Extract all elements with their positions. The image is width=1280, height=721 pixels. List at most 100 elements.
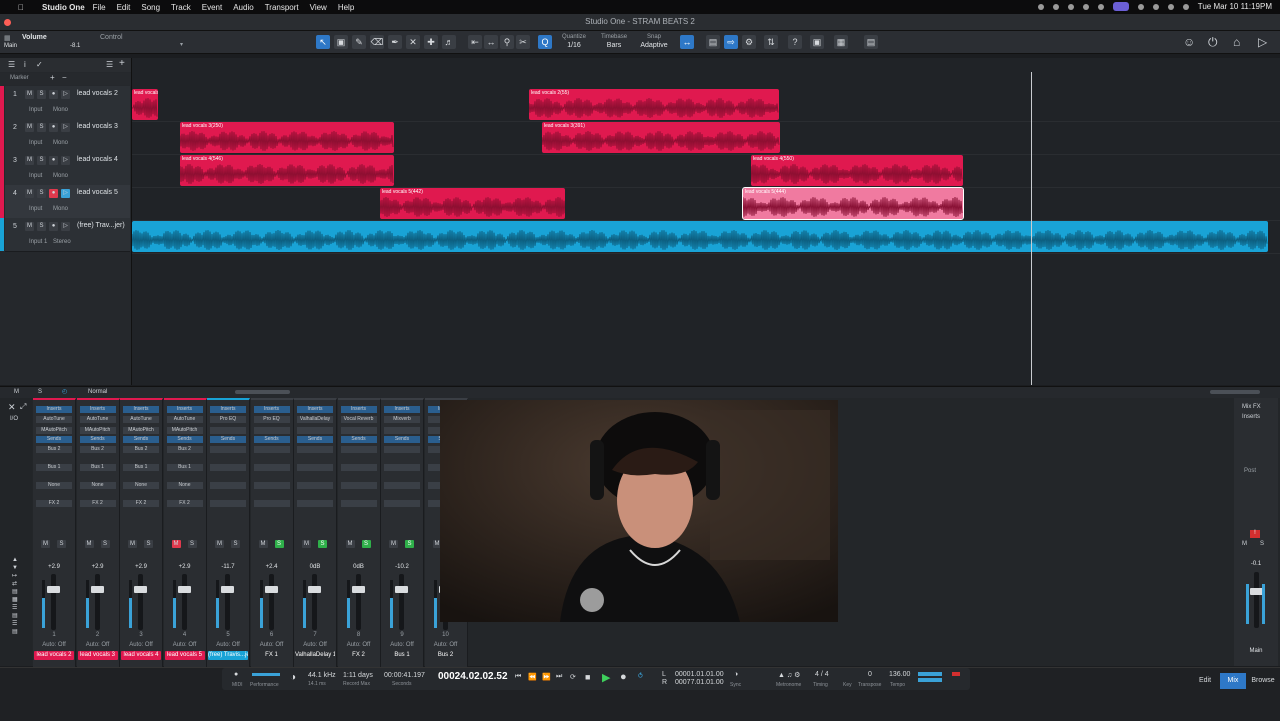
volume-fader[interactable] [264, 574, 278, 630]
menu-help[interactable]: Help [338, 3, 354, 12]
play-button[interactable]: ▶ [602, 671, 610, 684]
send-slot[interactable] [253, 446, 290, 453]
sends-button[interactable]: Sends [166, 436, 203, 443]
record-arm-button[interactable]: ● [49, 90, 58, 99]
seconds-label[interactable]: Seconds [392, 681, 411, 687]
tab-edit[interactable]: Edit [1190, 673, 1220, 689]
track-input[interactable]: Input [29, 107, 42, 113]
strip-mute-button[interactable]: M [302, 540, 311, 548]
insert-slot[interactable] [210, 427, 246, 434]
timebase-value[interactable]: Bars [596, 42, 632, 49]
info-icon[interactable]: i [24, 60, 26, 69]
bus-slot[interactable]: Bus 1 [36, 464, 72, 471]
menu-song[interactable]: Song [141, 3, 160, 12]
track-name[interactable]: lead vocals 3 [77, 123, 118, 130]
monitor-button[interactable]: ▷ [61, 222, 70, 231]
monitor-button[interactable]: ▷ [61, 156, 70, 165]
solo-button[interactable]: S [37, 156, 46, 165]
more-icon[interactable]: ▷ [1258, 35, 1267, 49]
video-button[interactable]: ▣ [810, 35, 824, 49]
fader-knob[interactable] [264, 586, 278, 593]
cursor-follow-button[interactable]: ⚙ [742, 35, 756, 49]
channel-name[interactable]: lead vocals 3 [77, 651, 118, 660]
bus-slot[interactable] [253, 464, 290, 471]
playhead[interactable] [1031, 72, 1032, 385]
fader-knob[interactable] [395, 586, 408, 593]
view-mode-select[interactable]: Normal [88, 389, 107, 395]
time-icon[interactable]: ◴ [62, 388, 67, 395]
mute-tool-button[interactable]: ✕ [406, 35, 420, 49]
metronome-icon[interactable]: ▲ ♫ ⚙ [778, 671, 800, 679]
inserts-button[interactable]: Inserts [384, 406, 420, 413]
strip-mute-button[interactable]: M [258, 540, 268, 548]
insert-slot[interactable]: Mixverb [384, 416, 420, 423]
fast-forward-button[interactable]: ⏩ [542, 673, 551, 681]
fx-slot[interactable]: FX 2 [79, 500, 116, 507]
channel-name[interactable]: (free) Travis...jer) [208, 651, 248, 660]
grid-view-button[interactable]: ▦ [834, 35, 848, 49]
loop-button[interactable]: ⟳ [570, 673, 576, 681]
insert-slot[interactable] [297, 427, 333, 434]
scissors-icon[interactable]: ✂ [516, 35, 530, 49]
track-input[interactable]: Input [29, 206, 42, 212]
fader-knob[interactable] [221, 586, 234, 593]
insert-slot[interactable]: AutoTune [79, 416, 116, 423]
loop-toggle-button[interactable]: ⥀ [638, 672, 643, 680]
main-mute-button[interactable]: M [1242, 541, 1247, 547]
send-slot[interactable]: Bus 2 [79, 446, 116, 453]
channel-name[interactable]: FX 1 [252, 651, 292, 660]
output-slot[interactable] [210, 482, 246, 489]
output-slot[interactable]: None [36, 482, 72, 489]
help-button[interactable]: ? [788, 35, 802, 49]
search-icon[interactable] [1167, 3, 1174, 10]
inserts-button[interactable]: Inserts [297, 406, 333, 413]
menubar-clock[interactable]: Tue Mar 10 11:19PM [1198, 2, 1272, 11]
audio-clip[interactable]: lead vocals 2(55) [529, 89, 779, 120]
menu-file[interactable]: File [93, 3, 106, 12]
monitor-button[interactable]: ▷ [61, 189, 70, 198]
fx-slot[interactable] [297, 500, 333, 507]
track-mode[interactable]: Stereo [53, 239, 71, 245]
add-track-button[interactable]: + [119, 58, 125, 69]
screen-recording-icon[interactable] [1112, 2, 1129, 11]
grid-icon[interactable]: ▦ [4, 34, 11, 42]
channel-name[interactable]: FX 2 [339, 651, 379, 660]
track-lane[interactable] [132, 187, 1280, 221]
track-name[interactable]: (free) Trav...jer) [77, 222, 125, 229]
mixer-tools-icon[interactable]: ▲ ▼ ↦ ⇄ ▤ ▦ ☰ ▤ ☰ ▤ [12, 556, 18, 636]
fx-slot[interactable] [340, 500, 377, 507]
channel-name[interactable]: lead vocals 5 [164, 651, 205, 660]
loop-start[interactable]: 00001.01.01.00 [675, 671, 724, 678]
mute-button[interactable]: M [25, 90, 34, 99]
send-slot[interactable]: Bus 2 [36, 446, 72, 453]
automation-mode[interactable]: Auto: Off [77, 642, 119, 648]
timing-label[interactable]: Timing [813, 682, 828, 688]
strip-volume-value[interactable]: +2.9 [77, 564, 119, 570]
remove-marker-button[interactable]: − [62, 73, 67, 82]
audio-clip[interactable]: lead vocals 4(550) [751, 155, 963, 186]
tab-browse[interactable]: Browse [1248, 673, 1278, 689]
expand-icon[interactable]: ⤢ [20, 402, 26, 412]
status-icon[interactable] [1067, 3, 1074, 10]
transpose-value[interactable]: 0 [868, 671, 872, 678]
solo-button[interactable]: S [37, 189, 46, 198]
send-slot[interactable] [340, 446, 377, 453]
strip-solo-button[interactable]: S [405, 540, 414, 548]
insert-slot[interactable] [253, 427, 290, 434]
send-slot[interactable] [210, 446, 246, 453]
inserts-button[interactable]: Inserts [123, 406, 159, 413]
volume-fader[interactable] [308, 574, 321, 630]
control-center-icon[interactable] [1182, 3, 1189, 10]
volume-fader[interactable] [395, 574, 408, 630]
automation-mode[interactable]: Auto: Off [251, 642, 293, 648]
strip-solo-button[interactable]: S [318, 540, 327, 548]
marker-m-icon[interactable]: M [14, 389, 19, 395]
split-tool-button[interactable]: ✎ [352, 35, 366, 49]
view-icon[interactable]: ☰ [106, 60, 113, 69]
automation-mode[interactable]: Auto: Off [33, 642, 75, 648]
volume-fader[interactable] [90, 574, 104, 630]
tool-icon[interactable]: ✓ [36, 60, 43, 69]
sends-button[interactable]: Sends [36, 436, 72, 443]
output-slot[interactable]: None [123, 482, 159, 489]
bus-slot[interactable] [340, 464, 377, 471]
